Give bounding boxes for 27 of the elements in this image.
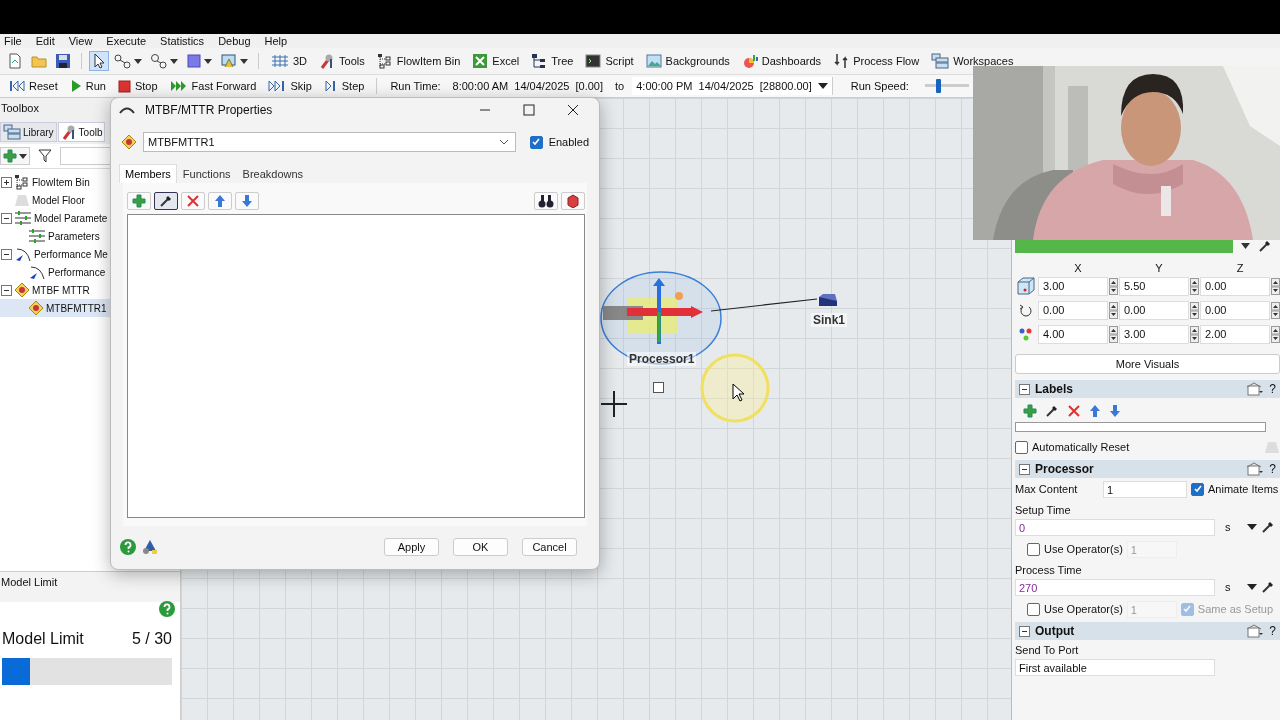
field-label: Process Time xyxy=(1015,564,1083,576)
object-label: Processor1 xyxy=(627,352,697,366)
limit-count: 5 / 30 xyxy=(131,630,172,648)
checkbox-label: Use Operator(s) xyxy=(1044,603,1123,615)
panel-title: Model Limit xyxy=(0,571,180,602)
checkbox-label: Use Operator(s) xyxy=(1044,543,1123,555)
start-time: 8:00:00 AM 14/04/2025 [0.00] xyxy=(451,80,604,92)
field-label: Send To Port xyxy=(1015,644,1080,656)
axis-label: Z xyxy=(1235,261,1245,274)
section-title: Labels xyxy=(1035,382,1073,396)
unit-label: s xyxy=(1224,581,1232,593)
run-time-label: Run Time: xyxy=(389,80,442,92)
checkbox-label: Automatically Reset xyxy=(1032,441,1130,453)
checkbox-label: Animate Items xyxy=(1208,483,1279,495)
limit-label: Model Limit xyxy=(2,630,84,648)
checkbox-label: Enabled xyxy=(548,136,589,148)
field-label: Setup Time xyxy=(1015,504,1072,516)
section-title: Processor xyxy=(1035,462,1094,476)
axis-label: Y xyxy=(1154,261,1164,274)
section-title: Output xyxy=(1035,624,1075,638)
checkbox-label: Same as Setup xyxy=(1197,603,1274,615)
run-speed-label: Run Speed: xyxy=(849,80,910,92)
unit-label: s xyxy=(1224,521,1232,533)
to-label: to xyxy=(614,80,626,92)
object-label: Sink1 xyxy=(811,313,847,327)
axis-label: X xyxy=(1073,261,1083,274)
field-label: Max Content xyxy=(1015,483,1079,495)
